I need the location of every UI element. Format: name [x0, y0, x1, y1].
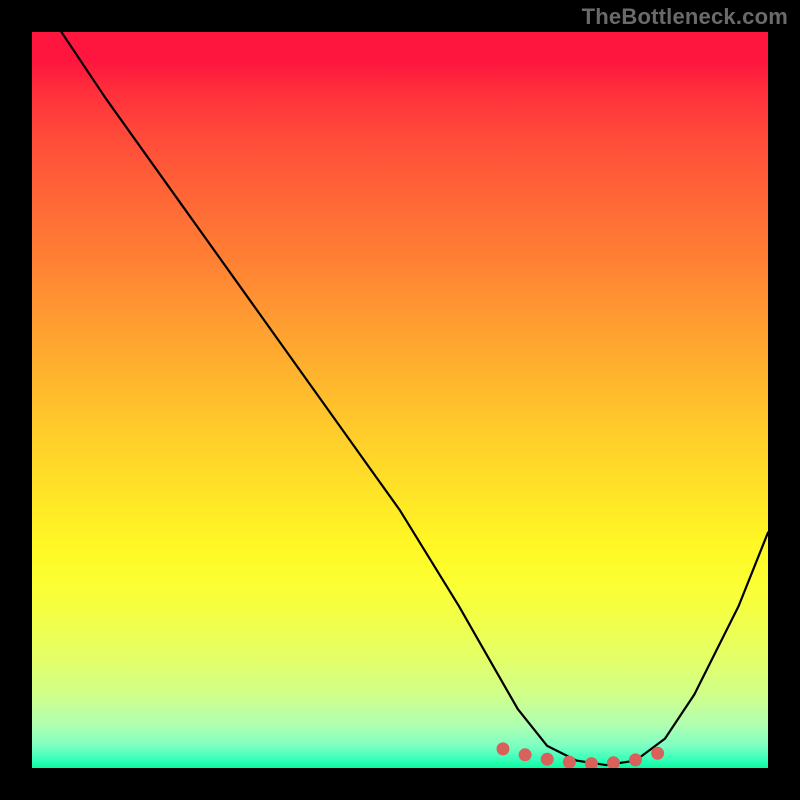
bottleneck-curve	[61, 32, 768, 765]
optimal-dot	[607, 756, 620, 768]
optimal-dot	[651, 747, 664, 760]
plot-area	[32, 32, 768, 768]
optimal-dot	[629, 753, 642, 766]
optimal-zone-dots	[497, 742, 665, 768]
optimal-dot	[497, 742, 510, 755]
optimal-dot	[563, 756, 576, 768]
optimal-dot	[541, 753, 554, 766]
chart-frame: TheBottleneck.com	[0, 0, 800, 800]
optimal-dot	[585, 757, 598, 768]
optimal-dot	[519, 748, 532, 761]
watermark-text: TheBottleneck.com	[582, 4, 788, 30]
curve-layer	[32, 32, 768, 768]
